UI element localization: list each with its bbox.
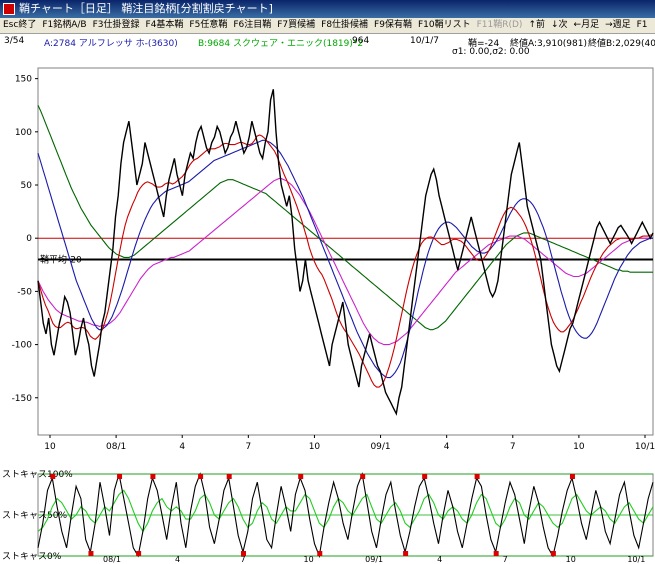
record-position: 3/54 [4,36,25,46]
stoch-x-tick-label: 08/1 [103,555,121,564]
menu-f1[interactable]: F1銘柄A/B [39,18,89,33]
sigma-values: σ1: 0.00,σ2: 0.00 [452,47,530,57]
stoch-extreme-marker [150,474,156,479]
menu-f6[interactable]: F6注目鞘 [230,18,274,33]
stock-b-label: B:9684 スクウェア・エニック(1819)*2 [198,39,364,49]
window-title: 鞘チャート［日足］ 鞘注目銘柄[分割割戻チャート] [19,2,273,15]
stoch-x-tick-label: 7 [241,555,246,564]
x-tick-label: 4 [444,442,450,452]
stoch-x-tick-label: 10 [304,555,314,564]
stoch-level-label: ストキャス100% [2,470,73,480]
menu-next[interactable]: ↓次 [548,18,571,33]
menu-f3[interactable]: F3仕掛登録 [90,18,143,33]
current-date: 10/1/7 [410,36,439,46]
main-plot-frame [37,67,654,436]
x-tick-label: 4 [179,442,185,452]
menu-f9[interactable]: F9保有鞘 [371,18,415,33]
y-tick-label: -50 [17,287,32,297]
x-tick-label: 10 [573,442,585,452]
x-tick-label: 08/1 [106,442,126,452]
stoch-x-tick-label: 10/1 [627,555,645,564]
ratio-value: 964 [352,36,370,46]
menu-f4[interactable]: F4基本鞘 [143,18,187,33]
y-tick-label: 150 [15,75,32,85]
menu-prev[interactable]: ↑前 [525,18,548,33]
menu-f8[interactable]: F8仕掛候補 [318,18,371,33]
stoch-extreme-marker [198,474,204,479]
stock-a-label: A:2784 アルフレッサ ホ-(3630) [44,39,178,49]
y-tick-label: 50 [21,181,33,191]
y-tick-label: -150 [12,394,33,404]
stoch-extreme-marker [493,551,499,556]
x-tick-label: 10/1 [635,442,655,452]
menu-f7[interactable]: F7買候補 [274,18,318,33]
stoch-extreme-marker [422,474,428,479]
stoch-extreme-marker [360,474,366,479]
stoch-x-tick-label: 4 [437,555,442,564]
menu-f12[interactable]: F1 [634,18,651,33]
menu-prev-week[interactable]: →週足 [602,18,634,33]
function-key-bar: Esc終了 F1銘柄A/B F3仕掛登録 F4基本鞘 F5任意鞘 F6注目鞘 F7買候補 F8… [0,18,655,34]
stoch-extreme-marker [117,474,123,479]
y-tick-label: -100 [12,341,33,351]
stoch-extreme-marker [403,551,409,556]
x-tick-label: 09/1 [370,442,390,452]
x-tick-label: 7 [245,442,251,452]
x-tick-label: 10 [309,442,321,452]
stoch-x-tick-label: 09/1 [365,555,383,564]
stochastic-plot: ストキャス100%ストキャス50%ストキャス0% 08/1 4 7 10 09/1 4 7 10… [2,470,654,564]
x-tick-label: 10 [44,442,56,452]
stoch-extreme-marker [474,474,480,479]
menu-prev-month[interactable]: ←月足 [571,18,603,33]
stoch-x-tick-label: 7 [503,555,508,564]
stoch-extreme-marker [50,474,56,479]
stoch-x-tick-label: 4 [175,555,180,564]
spread-chart: 150 100 50 0 -50 -100 -150 鞘平均-20 10 08/1 4 7 10 09/1… [2,67,655,564]
stoch-extreme-marker [298,474,304,479]
menu-f10[interactable]: F10鞘リスト [415,18,474,33]
stoch-level-label: ストキャス0% [2,552,62,562]
main-price-plot: 150 100 50 0 -50 -100 -150 鞘平均-20 10 08/1 4 7 10 09/1… [12,67,655,452]
stoch-extreme-marker [317,551,323,556]
x-tick-label: 7 [510,442,516,452]
menu-esc[interactable]: Esc終了 [0,18,39,33]
window-titlebar: 鞘チャート［日足］ 鞘注目銘柄[分割割戻チャート] [0,0,655,18]
y-tick-label: 0 [26,234,32,244]
stoch-extreme-marker [226,474,232,479]
stoch-extreme-marker [550,551,556,556]
app-icon [3,3,15,15]
y-tick-label: 100 [15,128,32,138]
stoch-extreme-marker [136,551,142,556]
menu-f5[interactable]: F5任意鞘 [186,18,230,33]
average-line-label: 鞘平均-20 [40,253,82,265]
stoch-extreme-marker [569,474,575,479]
info-bar: 3/54 A:2784 アルフレッサ ホ-(3630) B:9684 スクウェア… [0,34,655,60]
stoch-extreme-marker [88,551,94,556]
stoch-x-tick-label: 10 [566,555,576,564]
menu-f11[interactable]: F11鞘R(D) [474,18,526,33]
close-b-value: 終値B:2,029(405 [588,39,655,49]
